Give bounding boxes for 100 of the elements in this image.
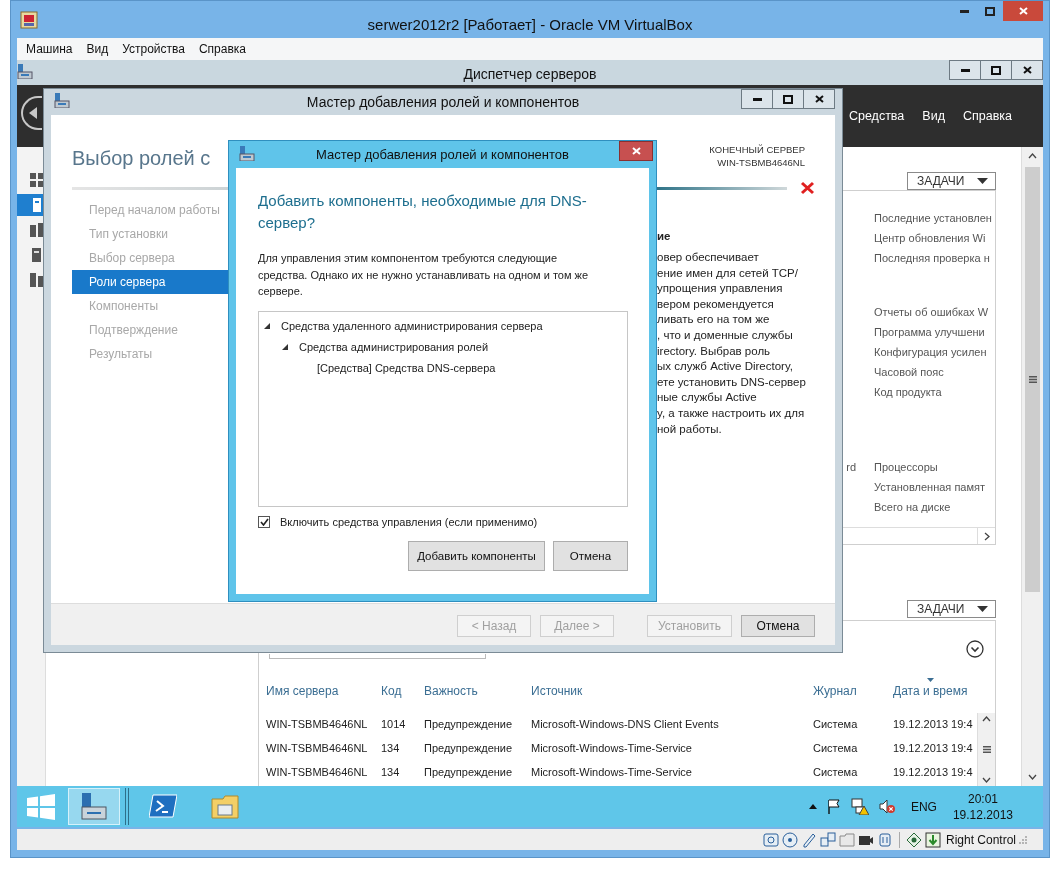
menu-item[interactable]: Справка	[191, 39, 253, 59]
checkbox-label[interactable]: Включить средства управления (если применимо)	[280, 515, 538, 528]
add-features-button[interactable]: Добавить компоненты	[408, 540, 545, 571]
menu-item[interactable]: Средства	[839, 108, 914, 123]
table-cell: Microsoft-Windows-Time-Service	[531, 766, 692, 778]
caret-down-icon	[977, 178, 988, 184]
minimize-button[interactable]	[949, 60, 981, 80]
property-value[interactable]: Процессоры	[874, 461, 938, 473]
disc-icon[interactable]	[781, 831, 798, 848]
property-value[interactable]: Установленная памят	[874, 481, 985, 493]
menu-item[interactable]: Вид	[913, 108, 954, 123]
table-cell: Microsoft-Windows-Time-Service	[531, 742, 692, 754]
keyboard-icon[interactable]	[924, 831, 941, 848]
flag-icon[interactable]	[826, 799, 841, 814]
network-icon[interactable]	[819, 831, 836, 848]
window-title: Мастер добавления ролей и компонентов	[315, 147, 570, 162]
table-cell: 19.12.2013 19:4	[893, 742, 973, 754]
column-header[interactable]: Журнал	[813, 681, 857, 701]
property-value[interactable]: Последние установлен	[874, 212, 992, 224]
tasks-dropdown[interactable]: ЗАДАЧИ	[907, 600, 996, 618]
table-cell: Предупреждение	[424, 718, 513, 730]
property-value[interactable]: Код продукта	[874, 386, 942, 398]
pen-icon[interactable]	[800, 831, 817, 848]
server-manager-icon	[239, 145, 255, 161]
nav-item[interactable]: Роли сервера	[72, 270, 229, 294]
menu-item[interactable]: Справка	[953, 108, 1021, 123]
chevron-down-icon	[982, 777, 991, 783]
terminal-icon	[149, 793, 177, 820]
window-title: serwer2012r2 [Работает] - Oracle VM VirtualBox	[366, 16, 694, 34]
tasks-dropdown[interactable]: ЗАДАЧИ	[907, 172, 996, 190]
maximize-button[interactable]	[980, 60, 1012, 80]
chevron-up-icon	[1028, 153, 1037, 159]
property-value[interactable]: Программа улучшени	[874, 326, 985, 338]
page-heading: Выбор ролей с	[72, 146, 211, 171]
servers-icon	[30, 273, 44, 287]
back-button[interactable]	[21, 96, 42, 130]
maximize-icon	[783, 94, 793, 104]
grip-icon	[982, 746, 991, 753]
column-header[interactable]: Источник	[531, 681, 583, 701]
close-icon	[1018, 7, 1028, 15]
maximize-button[interactable]	[772, 89, 804, 109]
tree-item[interactable]: Средства удаленного администрирования сервера	[281, 320, 543, 332]
table-cell: 134	[381, 766, 400, 778]
column-header[interactable]: Имя сервера	[266, 681, 339, 701]
wizard-button[interactable]: Отмена	[741, 615, 815, 637]
tree-item[interactable]: [Средства] Средства DNS-сервера	[317, 362, 496, 374]
caret-up-icon[interactable]	[808, 804, 817, 809]
error-x-icon	[800, 181, 815, 195]
checkbox[interactable]	[258, 515, 270, 528]
close-icon	[814, 95, 824, 103]
column-header[interactable]: Важность	[424, 681, 478, 701]
server-manager-icon	[54, 93, 70, 108]
column-header[interactable]: Код	[381, 681, 402, 701]
column-header[interactable]: Дата и время	[893, 681, 968, 701]
sidebar-item[interactable]	[17, 194, 45, 216]
chevron-circle-icon[interactable]	[966, 640, 984, 658]
maximize-icon	[991, 65, 1001, 75]
property-value[interactable]: Отчеты об ошибках W	[874, 306, 989, 318]
maximize-icon	[985, 6, 995, 16]
cancel-button[interactable]: Отмена	[553, 540, 628, 571]
server-manager-icon	[80, 793, 108, 820]
property-value[interactable]: Последняя проверка н	[874, 252, 990, 264]
table-cell: WIN-TSBMB4646NL	[266, 766, 368, 778]
menu-item[interactable]: Машина	[19, 39, 80, 59]
close-button[interactable]	[619, 141, 653, 161]
host-key-label: Right Control	[945, 832, 1016, 847]
sort-indicator-icon	[927, 678, 935, 682]
property-value[interactable]: Конфигурация усилен	[874, 346, 987, 358]
menu-item[interactable]: Устройства	[115, 39, 192, 59]
property-value[interactable]: Центр обновления Wi	[874, 232, 986, 244]
clock-time[interactable]: 20:01	[967, 790, 998, 807]
speaker-muted-icon[interactable]	[878, 799, 895, 814]
mouse-icon[interactable]	[905, 831, 922, 848]
filter-field[interactable]	[269, 654, 486, 659]
table-cell: Система	[813, 742, 858, 754]
description-text: овер обеспечивает ение имен для сетей TCP/ упрощения управления вером рекомендуется ливать его на том же , что и доменные службы irectory. Выбрав роль ых служб Active Directory, ете установить DNS-сервер ные службы Active y, а также настроить их для ной работы.	[657, 250, 807, 437]
network-warning-icon[interactable]	[850, 798, 869, 815]
clock-date[interactable]: 19.12.2013	[952, 806, 1013, 823]
table-cell: 134	[381, 742, 400, 754]
property-value[interactable]: Часовой пояс	[874, 366, 944, 378]
tree-item[interactable]: Средства администрирования ролей	[299, 341, 489, 353]
grid-icon	[30, 173, 44, 187]
property-value[interactable]: Всего на диске	[874, 501, 951, 513]
dialog-heading: Добавить компоненты, необходимые для DNS-сервер?	[258, 191, 588, 233]
window-title: Мастер добавления ролей и компонентов	[305, 94, 581, 110]
menu-item[interactable]: Вид	[79, 39, 116, 59]
virtualbox-icon	[20, 11, 38, 29]
taskbar-button[interactable]	[68, 788, 120, 825]
minimize-button[interactable]	[741, 89, 773, 109]
table-cell: Система	[813, 718, 858, 730]
scrollbar[interactable]	[1021, 147, 1043, 786]
close-button[interactable]	[1011, 60, 1043, 80]
table-cell: WIN-TSBMB4646NL	[266, 742, 368, 754]
expanded-arrow-icon[interactable]	[281, 343, 289, 351]
expanded-arrow-icon[interactable]	[263, 322, 271, 330]
close-button[interactable]	[803, 89, 835, 109]
close-icon	[1022, 66, 1032, 74]
scrollbar[interactable]	[977, 713, 995, 786]
language-indicator[interactable]: ENG	[910, 799, 937, 814]
table-cell: WIN-TSBMB4646NL	[266, 718, 368, 730]
